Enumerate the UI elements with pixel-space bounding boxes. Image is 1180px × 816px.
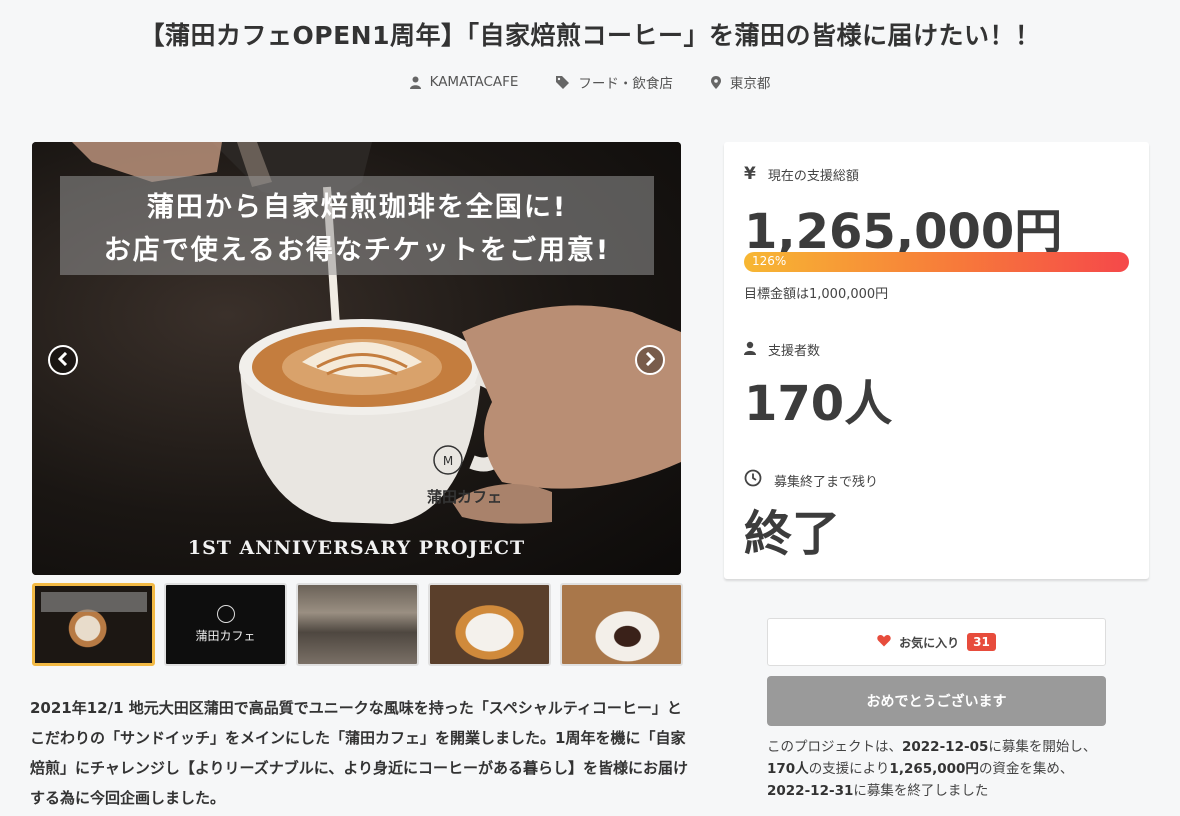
owner-link[interactable]: KAMATACAFE xyxy=(409,72,519,92)
favorite-label: お気に入り xyxy=(899,635,960,650)
category-link[interactable]: フード・飲食店 xyxy=(556,72,673,92)
summary-text-1: このプロジェクトは、 xyxy=(767,739,902,755)
favorite-count-badge: 31 xyxy=(967,633,996,651)
goal-amount: 目標金額は1,000,000円 xyxy=(744,287,889,302)
summary-start-date: 2022-12-05 xyxy=(902,739,989,755)
map-pin-icon xyxy=(710,75,721,89)
tag-icon xyxy=(556,75,570,89)
thumb-5[interactable] xyxy=(560,583,683,666)
chevron-right-icon xyxy=(644,351,656,370)
supporters-label: 支援者数 xyxy=(768,344,821,359)
project-title: 【蒲田カフェOPEN1周年】「自家焙煎コーヒー」を蒲田の皆様に届けたい！！ xyxy=(139,21,1041,50)
project-summary: このプロジェクトは、2022-12-05に募集を開始し、 170人の支援により1,… xyxy=(767,736,1107,802)
hero-banner: 蒲田から自家焙煎珈琲を全国に! お店で使えるお得なチケットをご用意! xyxy=(60,176,654,275)
summary-text-5: に募集を終了しました xyxy=(853,783,989,799)
amount-label-row: ¥ 現在の支援総額 xyxy=(744,164,859,184)
remaining-value: 終了 xyxy=(744,506,841,562)
summary-text-2: に募集を開始し、 xyxy=(988,739,1097,755)
hero-caption: 1ST ANNIVERSARY PROJECT xyxy=(187,537,526,559)
banner-line-1: 蒲田から自家焙煎珈琲を全国に! xyxy=(146,191,568,223)
category-name: フード・飲食店 xyxy=(578,76,673,92)
location-name: 東京都 xyxy=(729,76,771,92)
project-description: 2021年12/1 地元大田区蒲田で高品質でユニークな風味を持った「スペシャルテ… xyxy=(30,699,689,807)
stats-panel: ¥ 現在の支援総額 1,265,000円 126% 目標金額は1,000,000… xyxy=(724,142,1149,579)
hero-image[interactable]: M 蒲田カフェ 蒲田から自家焙煎珈琲を全国に! お店で使えるお得なチケットをご用… xyxy=(32,142,681,575)
summary-text-4: の資金を集め、 xyxy=(978,761,1074,777)
summary-end-date: 2022-12-31 xyxy=(767,783,854,799)
summary-amount: 1,265,000円 xyxy=(889,761,979,777)
thumb-3[interactable] xyxy=(296,583,419,666)
yen-icon: ¥ xyxy=(744,164,756,184)
heart-icon xyxy=(877,634,891,650)
thumb-2[interactable]: 蒲田カフェ xyxy=(164,583,287,666)
supporters-value: 170人 xyxy=(744,376,893,432)
svg-text:M: M xyxy=(443,454,453,468)
cup-logo-text: 蒲田カフェ xyxy=(427,488,502,506)
next-slide-button[interactable] xyxy=(635,345,665,375)
prev-slide-button[interactable] xyxy=(48,345,78,375)
progress-percent: 126% xyxy=(752,254,787,268)
summary-supporters: 170人 xyxy=(767,761,809,777)
favorite-button[interactable]: お気に入り 31 xyxy=(767,618,1106,666)
user-icon xyxy=(409,76,421,89)
thumb-1[interactable] xyxy=(32,583,155,666)
location-link[interactable]: 東京都 xyxy=(710,72,771,92)
thumbnail-strip: 蒲田カフェ xyxy=(32,583,683,666)
progress-bar: 126% xyxy=(744,252,1129,272)
owner-name: KAMATACAFE xyxy=(429,74,519,90)
supporters-label-row: 支援者数 xyxy=(744,340,820,359)
summary-text-3: の支援により xyxy=(808,761,890,777)
chevron-left-icon xyxy=(57,351,69,370)
clock-icon xyxy=(744,469,762,491)
banner-line-2: お店で使えるお得なチケットをご用意! xyxy=(103,234,611,266)
amount-label: 現在の支援総額 xyxy=(767,168,859,184)
remaining-label: 募集終了まで残り xyxy=(774,474,879,490)
remaining-label-row: 募集終了まで残り xyxy=(744,469,878,491)
congratulations-button[interactable]: おめでとうございます xyxy=(767,676,1106,726)
thumb-4[interactable] xyxy=(428,583,551,666)
project-meta: KAMATACAFE フード・飲食店 東京都 xyxy=(0,72,1180,92)
thumb-2-logo: 蒲田カフェ xyxy=(195,629,256,643)
supporters-icon xyxy=(744,341,756,359)
